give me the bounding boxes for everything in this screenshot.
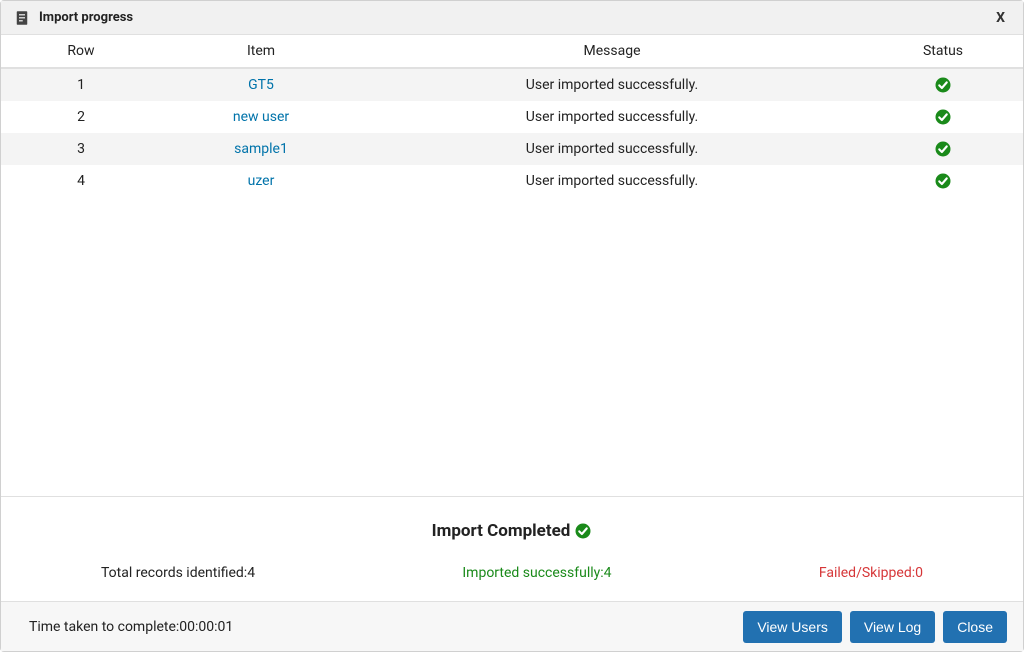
view-users-button[interactable]: View Users	[743, 611, 842, 643]
column-status: Status	[863, 35, 1023, 68]
import-progress-dialog: Import progress X Row Item Message Statu…	[0, 0, 1024, 652]
stat-success-label: Imported successfully:	[462, 565, 603, 581]
import-summary-title: Import Completed	[432, 521, 571, 541]
table-row: 4 uzer User imported successfully.	[1, 165, 1023, 197]
stat-success-value: 4	[604, 565, 612, 581]
check-icon	[934, 140, 952, 158]
view-log-button[interactable]: View Log	[850, 611, 935, 643]
row-message: User imported successfully.	[361, 68, 863, 101]
close-icon[interactable]: X	[990, 6, 1011, 30]
dialog-title: Import progress	[39, 10, 133, 25]
row-message: User imported successfully.	[361, 101, 863, 133]
check-icon	[934, 172, 952, 190]
item-link[interactable]: uzer	[248, 173, 275, 189]
row-number: 2	[1, 101, 161, 133]
row-message: User imported successfully.	[361, 165, 863, 197]
row-number: 4	[1, 165, 161, 197]
stat-total-value: 4	[247, 565, 255, 581]
item-link[interactable]: sample1	[234, 141, 288, 157]
close-button[interactable]: Close	[943, 611, 1007, 643]
column-item: Item	[161, 35, 361, 68]
import-summary: Import Completed Total records identifie…	[1, 496, 1023, 601]
document-icon	[13, 9, 31, 27]
results-table-wrap: Row Item Message Status 1 GT5 User importe…	[1, 35, 1023, 496]
stat-success: Imported successfully:4	[462, 565, 611, 581]
column-row: Row	[1, 35, 161, 68]
footer-buttons: View Users View Log Close	[743, 611, 1007, 643]
column-message: Message	[361, 35, 863, 68]
item-link[interactable]: new user	[233, 109, 289, 125]
stat-failed: Failed/Skipped:0	[819, 565, 923, 581]
dialog-header: Import progress X	[1, 1, 1023, 35]
item-link[interactable]: GT5	[248, 77, 274, 93]
results-table: Row Item Message Status 1 GT5 User importe…	[1, 35, 1023, 197]
time-taken-label: Time taken to complete:	[29, 619, 179, 635]
check-icon	[574, 522, 592, 540]
import-summary-stats: Total records identified:4 Imported succ…	[21, 565, 1003, 581]
dialog-footer: Time taken to complete:00:00:01 View Use…	[1, 601, 1023, 651]
table-row: 3 sample1 User imported successfully.	[1, 133, 1023, 165]
stat-failed-label: Failed/Skipped:	[819, 565, 915, 581]
import-summary-title-wrap: Import Completed	[21, 521, 1003, 541]
row-message: User imported successfully.	[361, 133, 863, 165]
time-taken: Time taken to complete:00:00:01	[29, 619, 233, 635]
row-number: 3	[1, 133, 161, 165]
stat-total-label: Total records identified:	[101, 565, 247, 581]
stat-total: Total records identified:4	[101, 565, 255, 581]
table-row: 1 GT5 User imported successfully.	[1, 68, 1023, 101]
dialog-header-left: Import progress	[13, 9, 133, 27]
time-taken-value: 00:00:01	[179, 619, 233, 635]
table-row: 2 new user User imported successfully.	[1, 101, 1023, 133]
check-icon	[934, 76, 952, 94]
stat-failed-value: 0	[915, 565, 923, 581]
check-icon	[934, 108, 952, 126]
row-number: 1	[1, 68, 161, 101]
